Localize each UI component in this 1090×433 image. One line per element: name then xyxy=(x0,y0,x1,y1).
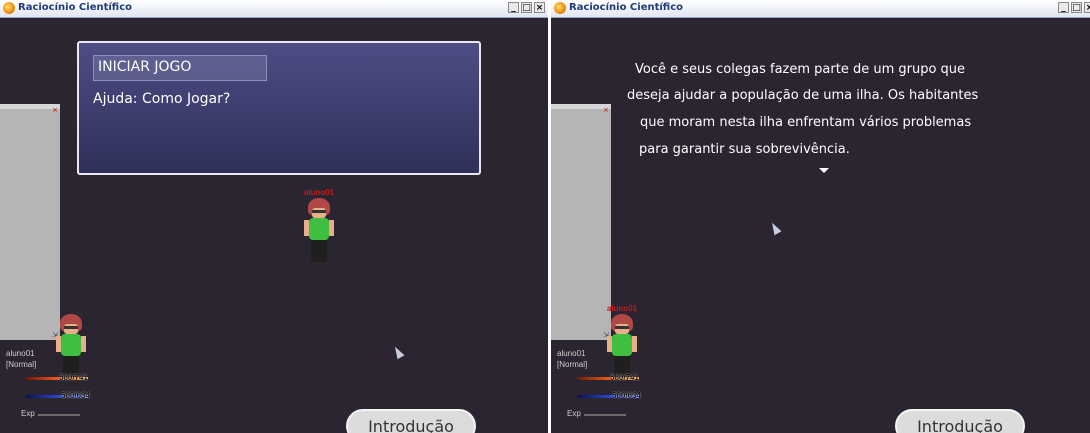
hud-player-name: aluno01 xyxy=(6,349,35,358)
intro-button[interactable]: Introdução xyxy=(346,409,476,433)
cursor-icon xyxy=(391,344,405,360)
side-panel[interactable]: × ⇲ xyxy=(0,104,60,340)
panel-close-icon[interactable]: × xyxy=(603,106,609,114)
game-window-right: Raciocínio Científico _ □ × × ⇲ Você e s… xyxy=(551,0,1090,433)
exp-label: Exp xyxy=(567,409,581,418)
app-icon xyxy=(554,2,566,14)
character-sprite[interactable]: aluno01 xyxy=(304,188,334,270)
panel-close-icon[interactable]: × xyxy=(52,106,58,114)
intro-text-line: Você e seus colegas fazem parte de um gr… xyxy=(635,62,966,77)
hud-status: [Normal] xyxy=(6,360,37,369)
menu-item-start-game[interactable]: INICIAR JOGO xyxy=(93,55,267,81)
title-bar[interactable]: Raciocínio Científico _ □ × xyxy=(551,0,1090,18)
continue-arrow-icon[interactable] xyxy=(819,168,829,173)
minimize-button[interactable]: _ xyxy=(508,2,519,13)
mp-text: 500/634 xyxy=(612,391,641,400)
character-name-tag: aluno01 xyxy=(303,188,335,197)
window-title: Raciocínio Científico xyxy=(18,2,133,13)
game-window-left: Raciocínio Científico _ □ × × ⇲ INICIAR … xyxy=(0,0,548,433)
title-bar[interactable]: Raciocínio Científico _ □ × xyxy=(0,0,548,18)
close-button[interactable]: × xyxy=(534,2,545,13)
minimize-button[interactable]: _ xyxy=(1058,2,1069,13)
hud-status: [Normal] xyxy=(557,360,588,369)
intro-text-line: que moram nesta ilha enfrentam vários pr… xyxy=(640,115,972,130)
character-name-tag: aluno01 xyxy=(606,304,638,313)
main-menu-dialog: INICIAR JOGO Ajuda: Como Jogar? xyxy=(77,41,481,175)
intro-text-line: para garantir sua sobrevivência. xyxy=(639,142,850,157)
cursor-icon xyxy=(768,220,782,236)
close-button[interactable]: × xyxy=(1084,2,1090,13)
exp-bar xyxy=(38,414,80,416)
maximize-button[interactable]: □ xyxy=(521,2,532,13)
menu-item-help[interactable]: Ajuda: Como Jogar? xyxy=(93,91,230,107)
hud-player-name: aluno01 xyxy=(557,349,586,358)
mp-text: 500/634 xyxy=(61,391,90,400)
intro-text-line: deseja ajudar a população de uma ilha. O… xyxy=(627,88,979,103)
app-icon xyxy=(3,2,15,14)
intro-button[interactable]: Introdução xyxy=(895,409,1025,433)
maximize-button[interactable]: □ xyxy=(1071,2,1082,13)
exp-label: Exp xyxy=(21,409,35,418)
exp-bar xyxy=(584,414,626,416)
hp-text: 580/741 xyxy=(59,373,88,382)
window-title: Raciocínio Científico xyxy=(569,2,684,13)
hp-text: 580/741 xyxy=(610,373,639,382)
